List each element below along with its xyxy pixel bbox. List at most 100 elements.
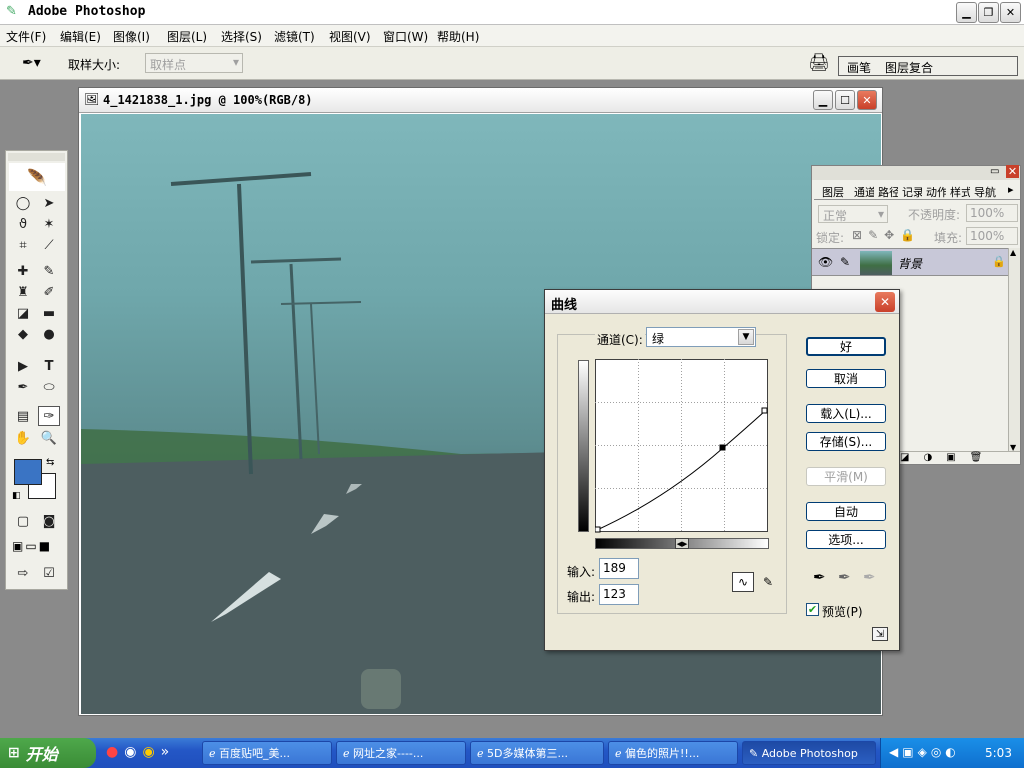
sample-size-select[interactable]: 取样点 ▾ xyxy=(145,53,243,73)
tray-ime-icon[interactable]: ◐ xyxy=(945,745,955,759)
cancel-button[interactable]: 取消 xyxy=(806,369,886,388)
eyedropper-tool-preset-icon[interactable]: ✒▾ xyxy=(22,55,41,71)
tab-styles[interactable]: 样式 xyxy=(950,184,970,200)
tab-layer-comps[interactable]: 图层复合 xyxy=(885,59,933,76)
menu-image[interactable]: 图像(I) xyxy=(113,28,150,45)
smooth-button[interactable]: 平滑(M) xyxy=(806,467,886,486)
menu-file[interactable]: 文件(F) xyxy=(6,28,46,45)
blur-tool-icon[interactable]: ◆ xyxy=(12,324,34,344)
brush-link-icon[interactable]: ✎ xyxy=(840,255,850,269)
menu-window[interactable]: 窗口(W) xyxy=(383,28,428,45)
tray-volume-icon[interactable]: ◈ xyxy=(918,745,927,759)
minimize-icon[interactable]: ▭ xyxy=(990,166,999,177)
tab-layers[interactable]: 图层 xyxy=(822,184,844,200)
palette-menu-icon[interactable]: ▸ xyxy=(1008,183,1014,196)
tab-actions[interactable]: 动作 xyxy=(926,184,946,200)
task-button-3[interactable]: ℯ 5D多媒体第三... xyxy=(470,741,604,765)
white-eyedropper-icon[interactable]: ✒ xyxy=(863,568,876,586)
gray-eyedropper-icon[interactable]: ✒ xyxy=(838,568,851,586)
history-brush-icon[interactable]: ✐ xyxy=(38,282,60,302)
curve-point-active[interactable] xyxy=(719,444,726,451)
trash-icon[interactable]: 🗑 xyxy=(970,452,983,465)
black-eyedropper-icon[interactable]: ✒ xyxy=(813,568,826,586)
task-button-photoshop[interactable]: ✎ Adobe Photoshop xyxy=(742,741,876,765)
preview-checkbox[interactable]: ✔ xyxy=(806,603,819,616)
lasso-tool-icon[interactable]: ϑ xyxy=(12,214,34,234)
screen-mode-full-menu-icon[interactable]: ▭ xyxy=(25,539,36,553)
close-icon[interactable]: ✕ xyxy=(1006,165,1019,178)
notes-tool-icon[interactable]: ▤ xyxy=(12,406,34,426)
browser-icon[interactable]: ● xyxy=(106,744,118,760)
auto-button[interactable]: 自动 xyxy=(806,502,886,521)
curves-graph[interactable] xyxy=(595,359,769,533)
default-colors-icon[interactable]: ◧ xyxy=(12,491,21,501)
menu-layer[interactable]: 图层(L) xyxy=(167,28,207,45)
shape-tool-icon[interactable]: ⬭ xyxy=(38,377,60,397)
media-player-icon[interactable]: ◉ xyxy=(142,744,154,760)
menu-edit[interactable]: 编辑(E) xyxy=(60,28,101,45)
save-button[interactable]: 存储(S)... xyxy=(806,432,886,451)
curves-close-button[interactable]: ✕ xyxy=(875,292,895,312)
foreground-color-swatch-top[interactable] xyxy=(14,459,42,485)
task-button-1[interactable]: ℯ 百度贴吧_美... xyxy=(202,741,332,765)
start-button[interactable]: ⊞ 开始 xyxy=(0,738,96,768)
screen-mode-full-icon[interactable]: ■ xyxy=(39,539,50,553)
tab-brushes[interactable]: 画笔 xyxy=(847,59,871,76)
eraser-tool-icon[interactable]: ◪ xyxy=(12,303,34,323)
adjustment-layer-icon[interactable]: ◑ xyxy=(923,452,932,465)
screen-mode-standard-icon[interactable]: ▣ xyxy=(12,539,23,553)
restore-button[interactable]: ❐ xyxy=(978,2,999,23)
fill-input[interactable]: 100% xyxy=(966,227,1018,245)
layer-row-background[interactable]: 👁 ✎ 背景 🔒 xyxy=(812,248,1008,276)
output-value-field[interactable]: 123 xyxy=(599,584,639,605)
lock-pixels-icon[interactable]: ✎ xyxy=(868,228,878,242)
input-value-field[interactable]: 189 xyxy=(599,558,639,579)
feather-logo-icon[interactable]: 🪶 xyxy=(9,163,65,191)
tab-history[interactable]: 记录 xyxy=(902,184,922,200)
expand-grid-button[interactable]: ⇲ xyxy=(872,627,888,641)
menu-help[interactable]: 帮助(H) xyxy=(437,28,479,45)
doc-close-button[interactable]: ✕ xyxy=(857,90,877,110)
doc-maximize-button[interactable]: ☐ xyxy=(835,90,855,110)
tray-chevron-icon[interactable]: ◀ xyxy=(889,745,898,759)
gradient-toggle-icon[interactable]: ◀▶ xyxy=(675,538,689,549)
menu-filter[interactable]: 滤镜(T) xyxy=(274,28,315,45)
tab-paths[interactable]: 路径 xyxy=(878,184,898,200)
menu-select[interactable]: 选择(S) xyxy=(221,28,262,45)
palette-well-icon[interactable]: 🖨 xyxy=(808,53,830,73)
ok-button[interactable]: 好 xyxy=(806,337,886,356)
dodge-tool-icon[interactable]: ● xyxy=(38,324,60,344)
load-button[interactable]: 载入(L)... xyxy=(806,404,886,423)
opacity-input[interactable]: 100% xyxy=(966,204,1018,222)
lock-transparency-icon[interactable]: ⊠ xyxy=(852,228,862,242)
channel-select[interactable]: 绿 ▼ xyxy=(646,327,756,347)
tray-network-icon[interactable]: ▣ xyxy=(902,745,913,759)
toolbox-grip[interactable] xyxy=(8,153,65,161)
tab-navigator[interactable]: 导航器 xyxy=(974,184,996,200)
move-tool-icon[interactable]: ➤ xyxy=(38,193,60,213)
minimize-button[interactable]: ▁ xyxy=(956,2,977,23)
crop-tool-icon[interactable]: ⌗ xyxy=(12,235,34,255)
jump-to-imageready-icon[interactable]: ⇨ xyxy=(12,563,34,583)
blend-mode-select[interactable]: 正常 ▾ xyxy=(818,205,888,223)
lock-all-icon[interactable]: 🔒 xyxy=(900,228,915,242)
imageready-check-icon[interactable]: ☑ xyxy=(38,563,60,583)
new-layer-icon[interactable]: ▣ xyxy=(946,452,955,465)
standard-mode-icon[interactable]: ▢ xyxy=(12,511,34,531)
task-button-4[interactable]: ℯ 偏色的照片!!... xyxy=(608,741,738,765)
pencil-tool-button[interactable]: ✎ xyxy=(757,572,779,592)
swap-colors-icon[interactable]: ⇆ xyxy=(46,457,54,468)
options-button[interactable]: 选项... xyxy=(806,530,886,549)
tray-security-icon[interactable]: ◎ xyxy=(931,745,941,759)
type-tool-icon[interactable]: T xyxy=(38,356,60,376)
curve-smooth-tool-button[interactable]: ∿ xyxy=(732,572,754,592)
quicklaunch-more-icon[interactable]: » xyxy=(161,744,170,760)
doc-minimize-button[interactable]: ▁ xyxy=(813,90,833,110)
quick-mask-mode-icon[interactable]: ◙ xyxy=(38,511,60,531)
curves-title-bar[interactable]: 曲线 ✕ xyxy=(545,290,899,314)
brush-tool-icon[interactable]: ✎ xyxy=(38,261,60,281)
layers-palette-titlebar[interactable]: ▭ ✕ xyxy=(812,165,1020,180)
tab-channels[interactable]: 通道 xyxy=(854,184,874,200)
slice-tool-icon[interactable]: ⟋ xyxy=(38,235,60,255)
eye-visibility-icon[interactable]: 👁 xyxy=(818,255,833,269)
